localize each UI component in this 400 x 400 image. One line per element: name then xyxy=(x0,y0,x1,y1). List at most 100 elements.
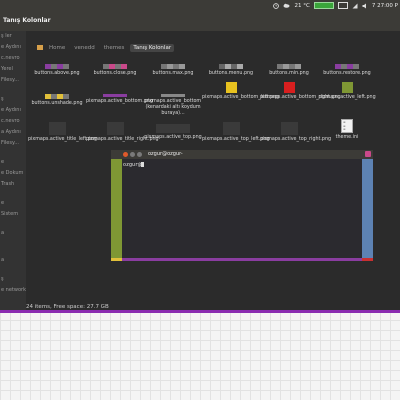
file-item[interactable]: pixmaps.active_bottom_left.png xyxy=(202,82,280,101)
file-item[interactable]: buttons.max.png xyxy=(144,64,202,77)
png-thumbnail xyxy=(103,94,127,97)
terminal-left-border xyxy=(111,159,122,258)
file-item[interactable]: pixmaps.active_title_right.png xyxy=(86,122,159,143)
terminal-right-border xyxy=(362,159,373,258)
close-button[interactable] xyxy=(123,152,128,157)
breadcrumb: Home venedd themes Tanış Kolonlar xyxy=(37,42,175,53)
png-thumbnail xyxy=(341,82,353,93)
file-item[interactable]: buttons.close.png xyxy=(86,64,144,77)
temperature-text[interactable]: 21 °C xyxy=(294,3,309,9)
file-name: buttons.max.png xyxy=(152,71,194,76)
file-name: buttons.min.png xyxy=(269,71,309,76)
file-item[interactable]: pixmaps.active_top.png xyxy=(144,124,202,141)
file-name: theme.ini xyxy=(335,135,359,140)
sidebar-item[interactable]: ş ler xyxy=(0,31,26,42)
file-item[interactable]: buttons.restore.png xyxy=(318,64,376,77)
text-file-icon: ≡ ≡ ≡ xyxy=(341,119,353,133)
png-thumbnail xyxy=(106,122,124,135)
breadcrumb-current[interactable]: Tanış Kolonlar xyxy=(130,43,175,52)
file-item[interactable]: buttons.menu.png xyxy=(202,64,260,77)
places-sidebar: ş ler e Aydını c.nevro Yerel Filesy... ş… xyxy=(0,31,26,313)
terminal-prompt[interactable]: ozgur@ xyxy=(123,162,145,168)
file-item[interactable]: pixmaps.active_top_left.png xyxy=(202,122,270,143)
file-name: pixmaps.active_title_right.png xyxy=(86,137,159,142)
breadcrumb-item[interactable]: venedd xyxy=(71,44,98,52)
file-item[interactable]: pixmaps.active_bottom_right.png xyxy=(260,82,341,101)
png-thumbnail xyxy=(280,122,298,135)
file-item[interactable]: ≡ ≡ ≡ theme.ini xyxy=(318,119,376,141)
png-thumbnail xyxy=(283,82,295,93)
file-name: pixmaps.active_title_left.png xyxy=(28,137,98,142)
file-item[interactable]: buttons.min.png xyxy=(260,64,318,77)
sidebar-item[interactable]: a Aydını xyxy=(0,127,26,138)
png-thumbnail xyxy=(45,64,69,69)
window-title: Tanış Kolonlar xyxy=(0,11,400,31)
clock-icon[interactable] xyxy=(273,2,280,9)
png-thumbnail xyxy=(225,82,237,93)
terminal-titlebar[interactable]: ozgur@ozgur- xyxy=(111,150,373,159)
prompt-text: ozgur@ xyxy=(123,162,142,168)
file-name: buttons.menu.png xyxy=(208,71,254,76)
terminal-bottom-right-corner xyxy=(362,258,373,261)
sidebar-item[interactable]: c.nevro xyxy=(0,53,26,64)
sidebar-item[interactable]: c.nevro xyxy=(0,116,26,127)
file-grid: buttons.above.png buttons.close.png butt… xyxy=(26,64,400,149)
maximize-button[interactable] xyxy=(137,152,142,157)
volume-icon[interactable] xyxy=(362,3,368,9)
file-name: pixmaps.active_top.png xyxy=(144,135,202,140)
file-item[interactable]: pixmaps.active_top_right.png xyxy=(260,122,331,143)
file-name: pixmaps.active_bottom_left.png xyxy=(202,95,280,100)
battery-indicator[interactable] xyxy=(313,2,334,9)
file-name: pixmaps.active_top_left.png xyxy=(202,137,270,142)
top-panel: 21 °C 7 27:00 P xyxy=(0,0,400,11)
sidebar-item[interactable]: e Aydını xyxy=(0,42,26,53)
file-item[interactable]: pixmaps.active_bottom.png xyxy=(86,94,153,105)
file-item[interactable]: pixmaps.active_title_left.png xyxy=(28,122,98,143)
file-name: buttons.unshade.png xyxy=(31,101,83,106)
file-name: pixmaps.active_bottom (kenardaki altı ko… xyxy=(144,99,202,116)
sidebar-item[interactable]: Sistem xyxy=(0,209,26,220)
sidebar-item[interactable]: ş xyxy=(0,274,26,285)
file-name: buttons.close.png xyxy=(93,71,137,76)
terminal-window[interactable]: ozgur@ozgur- ozgur@ xyxy=(111,150,373,261)
file-name: pixmaps.active_bottom.png xyxy=(86,99,153,104)
mail-icon[interactable] xyxy=(337,2,348,9)
png-thumbnail xyxy=(161,94,185,97)
sidebar-item[interactable]: e Dokum xyxy=(0,168,26,179)
sidebar-item[interactable]: e xyxy=(0,157,26,168)
file-item[interactable]: pixmaps.active_left.png xyxy=(318,82,376,101)
sidebar-item-network[interactable]: e network xyxy=(0,285,26,296)
window-bottom-border xyxy=(0,310,400,313)
png-thumbnail xyxy=(219,64,243,69)
terminal-bottom-left-corner xyxy=(111,258,122,261)
terminal-bottom-border xyxy=(111,258,373,261)
sidebar-item[interactable]: a xyxy=(0,255,26,266)
file-item[interactable]: buttons.unshade.png xyxy=(28,94,86,107)
sidebar-item[interactable]: Filesy... xyxy=(0,138,26,149)
sidebar-item-trash[interactable]: Trash xyxy=(0,179,26,190)
sidebar-item[interactable]: e xyxy=(0,198,26,209)
sidebar-item[interactable]: Yerel xyxy=(0,64,26,75)
sidebar-item[interactable]: e Aydını xyxy=(0,105,26,116)
network-icon[interactable] xyxy=(352,3,358,9)
png-thumbnail xyxy=(277,64,301,69)
folder-icon xyxy=(37,45,43,50)
sidebar-item[interactable]: Filesy... xyxy=(0,75,26,86)
system-tray: 21 °C 7 27:00 P xyxy=(273,0,400,11)
file-item[interactable]: buttons.above.png xyxy=(28,64,86,77)
png-thumbnail xyxy=(48,122,66,135)
file-name: pixmaps.active_left.png xyxy=(318,95,376,100)
menu-icon[interactable] xyxy=(365,151,371,157)
text-cursor xyxy=(141,162,145,167)
clock-text[interactable]: 7 27:00 P xyxy=(372,3,398,9)
minimize-button[interactable] xyxy=(130,152,135,157)
file-name: pixmaps.active_bottom_right.png xyxy=(260,95,341,100)
png-thumbnail xyxy=(222,122,240,135)
breadcrumb-item[interactable]: themes xyxy=(101,44,128,52)
weather-cloud-icon[interactable] xyxy=(283,3,290,8)
breadcrumb-home[interactable]: Home xyxy=(46,44,68,52)
sidebar-item[interactable]: ş xyxy=(0,94,26,105)
file-item[interactable]: pixmaps.active_bottom (kenardaki altı ko… xyxy=(144,94,202,117)
png-thumbnail xyxy=(335,64,359,69)
sidebar-item[interactable]: a xyxy=(0,228,26,239)
